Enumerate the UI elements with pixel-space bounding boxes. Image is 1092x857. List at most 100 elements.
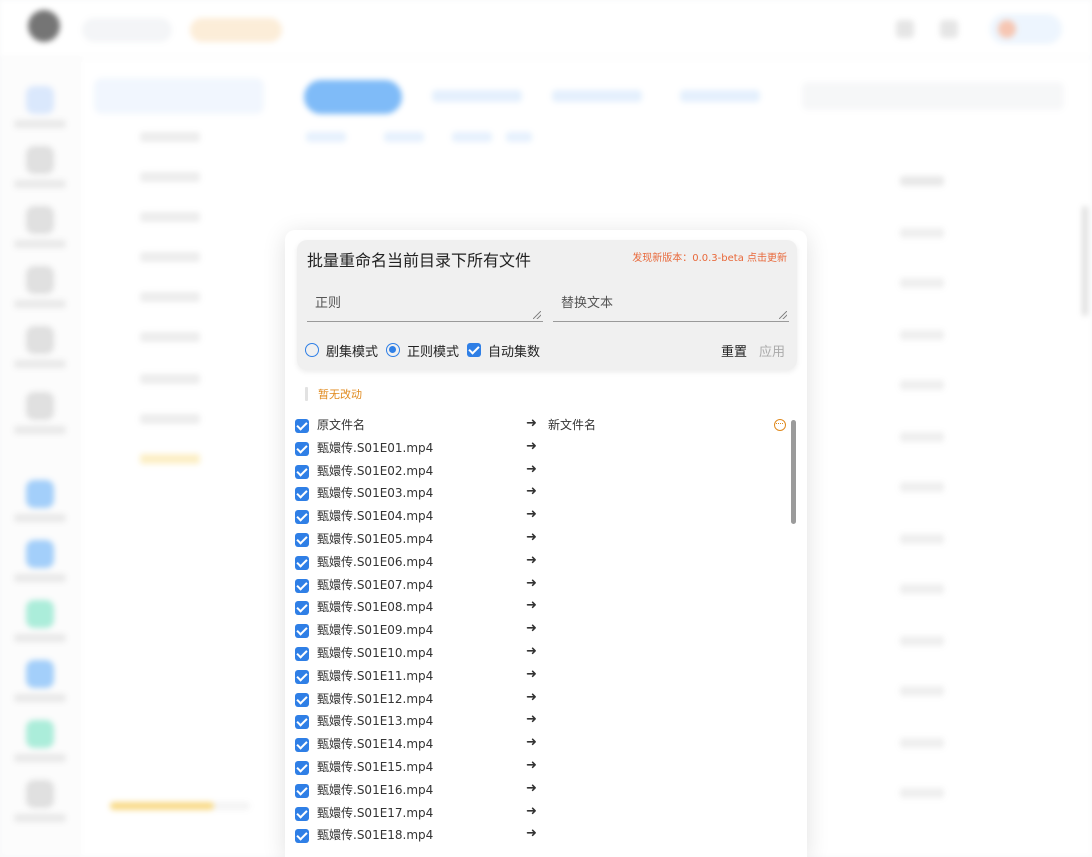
regex-mode-label[interactable]: 正则模式 [407, 341, 459, 360]
list-item[interactable]: 甄嬛传.S01E02.mp4 ➜ [285, 460, 807, 482]
file-checkbox[interactable] [295, 738, 309, 752]
file-checkbox[interactable] [295, 647, 309, 661]
arrow-right-icon: ➜ [526, 530, 537, 545]
list-item[interactable]: 甄嬛传.S01E05.mp4 ➜ [285, 528, 807, 550]
original-filename: 甄嬛传.S01E15.mp4 [317, 760, 434, 774]
arrow-right-icon: ➜ [526, 416, 537, 431]
list-item[interactable]: 甄嬛传.S01E17.mp4 ➜ [285, 802, 807, 824]
original-filename: 甄嬛传.S01E04.mp4 [317, 509, 434, 523]
status-row: 暂无改动 [305, 386, 362, 402]
list-item[interactable]: 甄嬛传.S01E01.mp4 ➜ [285, 437, 807, 459]
column-new: 新文件名 [548, 418, 597, 432]
list-item[interactable]: 甄嬛传.S01E09.mp4 ➜ [285, 619, 807, 641]
arrow-right-icon: ➜ [526, 667, 537, 682]
apply-button[interactable]: 应用 [759, 341, 785, 360]
file-checkbox[interactable] [295, 693, 309, 707]
file-checkbox[interactable] [295, 807, 309, 821]
file-checkbox[interactable] [295, 601, 309, 615]
arrow-right-icon: ➜ [526, 781, 537, 796]
episode-mode-radio[interactable] [305, 343, 319, 357]
file-checkbox[interactable] [295, 624, 309, 638]
list-item[interactable]: 甄嬛传.S01E15.mp4 ➜ [285, 756, 807, 778]
resize-grip-icon[interactable] [533, 311, 541, 319]
original-filename: 甄嬛传.S01E05.mp4 [317, 532, 434, 546]
mode-options: 剧集模式 正则模式 自动集数 [305, 340, 548, 360]
list-item[interactable]: 甄嬛传.S01E08.mp4 ➜ [285, 596, 807, 618]
original-filename: 甄嬛传.S01E10.mp4 [317, 646, 434, 660]
arrow-right-icon: ➜ [526, 644, 537, 659]
resize-grip-icon[interactable] [779, 311, 787, 319]
file-checkbox[interactable] [295, 487, 309, 501]
arrow-right-icon: ➜ [526, 621, 537, 636]
arrow-right-icon: ➜ [526, 553, 537, 568]
file-checkbox[interactable] [295, 442, 309, 456]
replace-field[interactable] [553, 288, 789, 322]
original-filename: 甄嬛传.S01E18.mp4 [317, 828, 434, 842]
arrow-right-icon: ➜ [526, 735, 537, 750]
original-filename: 甄嬛传.S01E16.mp4 [317, 783, 434, 797]
list-item[interactable]: 甄嬛传.S01E04.mp4 ➜ [285, 505, 807, 527]
pending-icon[interactable] [774, 419, 786, 431]
regex-input[interactable] [307, 288, 543, 321]
list-item[interactable]: 甄嬛传.S01E10.mp4 ➜ [285, 642, 807, 664]
rename-list-header: 原文件名 ➜ 新文件名 [285, 414, 807, 436]
episode-mode-label[interactable]: 剧集模式 [326, 341, 378, 360]
list-item[interactable]: 甄嬛传.S01E13.mp4 ➜ [285, 710, 807, 732]
original-filename: 甄嬛传.S01E17.mp4 [317, 806, 434, 820]
list-item[interactable]: 甄嬛传.S01E12.mp4 ➜ [285, 688, 807, 710]
list-scrollbar[interactable] [791, 420, 796, 524]
original-filename: 甄嬛传.S01E08.mp4 [317, 600, 434, 614]
auto-episode-label[interactable]: 自动集数 [488, 341, 540, 360]
list-item[interactable]: 甄嬛传.S01E14.mp4 ➜ [285, 733, 807, 755]
reset-button[interactable]: 重置 [721, 341, 747, 360]
list-item[interactable]: 甄嬛传.S01E18.mp4 ➜ [285, 824, 807, 846]
arrow-right-icon: ➜ [526, 462, 537, 477]
arrow-right-icon: ➜ [526, 576, 537, 591]
arrow-right-icon: ➜ [526, 598, 537, 613]
file-checkbox[interactable] [295, 510, 309, 524]
update-notice-link[interactable]: 发现新版本：0.0.3-beta 点击更新 [632, 252, 787, 266]
original-filename: 甄嬛传.S01E03.mp4 [317, 486, 434, 500]
arrow-right-icon: ➜ [526, 690, 537, 705]
original-filename: 甄嬛传.S01E06.mp4 [317, 555, 434, 569]
regex-field[interactable] [307, 288, 543, 322]
file-checkbox[interactable] [295, 829, 309, 843]
regex-mode-radio[interactable] [386, 343, 401, 357]
file-checkbox[interactable] [295, 761, 309, 775]
list-item[interactable]: 甄嬛传.S01E07.mp4 ➜ [285, 574, 807, 596]
select-all-checkbox[interactable] [295, 419, 309, 433]
file-checkbox[interactable] [295, 670, 309, 684]
arrow-right-icon: ➜ [526, 804, 537, 819]
file-checkbox[interactable] [295, 533, 309, 547]
list-item[interactable]: 甄嬛传.S01E03.mp4 ➜ [285, 482, 807, 504]
file-checkbox[interactable] [295, 784, 309, 798]
original-filename: 甄嬛传.S01E02.mp4 [317, 464, 434, 478]
column-original: 原文件名 [317, 418, 366, 432]
original-filename: 甄嬛传.S01E07.mp4 [317, 578, 434, 592]
list-item[interactable]: 甄嬛传.S01E11.mp4 ➜ [285, 665, 807, 687]
original-filename: 甄嬛传.S01E09.mp4 [317, 623, 434, 637]
file-checkbox[interactable] [295, 579, 309, 593]
file-checkbox[interactable] [295, 465, 309, 479]
original-filename: 甄嬛传.S01E12.mp4 [317, 692, 434, 706]
list-item[interactable]: 甄嬛传.S01E06.mp4 ➜ [285, 551, 807, 573]
arrow-right-icon: ➜ [526, 439, 537, 454]
replace-input[interactable] [553, 288, 789, 321]
original-filename: 甄嬛传.S01E14.mp4 [317, 737, 434, 751]
file-checkbox[interactable] [295, 556, 309, 570]
arrow-right-icon: ➜ [526, 758, 537, 773]
status-indicator [305, 387, 308, 401]
arrow-right-icon: ➜ [526, 826, 537, 841]
file-checkbox[interactable] [295, 715, 309, 729]
status-text: 暂无改动 [318, 388, 362, 401]
arrow-right-icon: ➜ [526, 507, 537, 522]
rename-list: 原文件名 ➜ 新文件名 甄嬛传.S01E01.mp4 ➜ 甄嬛传.S01E02.mp… [285, 414, 807, 857]
original-filename: 甄嬛传.S01E13.mp4 [317, 714, 434, 728]
arrow-right-icon: ➜ [526, 484, 537, 499]
batch-rename-dialog: 批量重命名当前目录下所有文件 发现新版本：0.0.3-beta 点击更新 剧集模… [285, 230, 807, 857]
list-item[interactable]: 甄嬛传.S01E16.mp4 ➜ [285, 779, 807, 801]
arrow-right-icon: ➜ [526, 712, 537, 727]
dialog-header: 批量重命名当前目录下所有文件 发现新版本：0.0.3-beta 点击更新 剧集模… [297, 240, 797, 370]
auto-episode-checkbox[interactable] [467, 343, 482, 357]
original-filename: 甄嬛传.S01E11.mp4 [317, 669, 434, 683]
